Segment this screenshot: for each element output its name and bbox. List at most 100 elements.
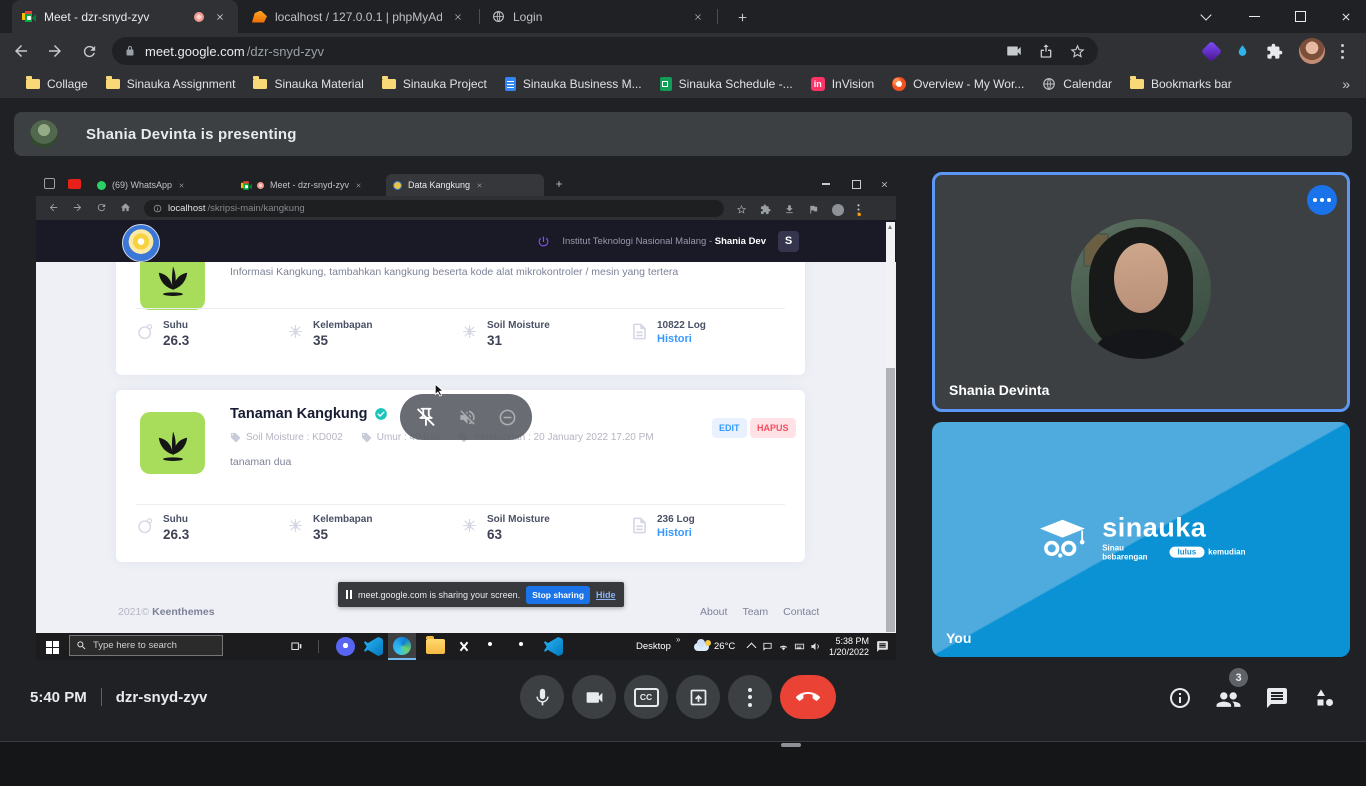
card-title: Tanaman Kangkung	[230, 406, 388, 422]
meeting-info: 5:40 PM dzr-snyd-zyv	[30, 688, 207, 706]
taskbar-hint-dash	[781, 743, 801, 747]
mute-audio-icon[interactable]	[458, 408, 477, 427]
activities-button[interactable]	[1313, 686, 1337, 711]
end-call-button[interactable]	[780, 675, 836, 719]
tray-notes-icon	[762, 641, 773, 652]
tab-title: Meet - dzr-snyd-zyv	[44, 10, 186, 24]
bookmark-collage[interactable]: Collage	[26, 77, 88, 91]
shared-home-icon	[120, 202, 131, 213]
folder-icon	[26, 79, 40, 89]
unpin-icon[interactable]	[415, 406, 437, 428]
shared-back-icon	[48, 202, 59, 213]
shared-footer-copyright: 2021©Keenthemes	[118, 606, 215, 618]
stat-kelembapan: Kelembapan35	[286, 514, 372, 542]
tab-phpmyadmin[interactable]: localhost / 127.0.0.1 | phpMyAdm	[242, 0, 476, 33]
remove-feed-icon[interactable]	[498, 408, 517, 427]
mic-icon	[532, 687, 553, 708]
chat-icon	[1265, 686, 1289, 710]
bookmark-sinauka-material[interactable]: Sinauka Material	[253, 77, 363, 91]
more-options-button[interactable]	[728, 675, 772, 719]
you-label: You	[946, 630, 971, 646]
window-minimize-button[interactable]	[1237, 0, 1271, 33]
bookmark-star-icon[interactable]	[1069, 43, 1086, 60]
tab-separator	[479, 9, 480, 24]
present-button[interactable]	[676, 675, 720, 719]
extension-purple-icon[interactable]	[1201, 40, 1222, 61]
shared-windows-taskbar: Type here to search Desktop » 26°C 5:38 …	[36, 633, 896, 660]
tab-camera-icon[interactable]	[1005, 42, 1023, 60]
bookmarks-overflow-chevron[interactable]: »	[1342, 76, 1350, 92]
invision-icon: in	[811, 77, 825, 91]
bookmark-overview[interactable]: Overview - My Wor...	[892, 77, 1024, 91]
show-people-button[interactable]	[1216, 686, 1241, 711]
taskbar-clock: 5:38 PM 1/20/2022	[819, 636, 869, 657]
pause-bars-icon	[346, 590, 352, 599]
plant-icon	[140, 262, 205, 310]
window-close-button[interactable]	[1329, 0, 1363, 33]
shared-profile-avatar	[832, 204, 844, 216]
bookmark-sinauka-project[interactable]: Sinauka Project	[382, 77, 487, 91]
soil-moisture-icon	[460, 322, 479, 341]
window-restore-button[interactable]	[1283, 0, 1317, 33]
histori-link: Histori	[657, 333, 706, 345]
tab-close-icon[interactable]	[450, 9, 466, 25]
shared-close-icon	[870, 172, 896, 196]
participant-tile-you[interactable]: sinauka Sinau bebarengan lulus kemudian …	[932, 422, 1350, 657]
overview-icon	[892, 77, 906, 91]
taskbar-search-box: Type here to search	[69, 635, 223, 656]
reload-button[interactable]	[76, 38, 102, 64]
user-avatar-initial: S	[778, 231, 799, 252]
card-info-text: Informasi Kangkung, tambahkan kangkung b…	[230, 266, 678, 278]
itn-malang-logo	[122, 224, 160, 262]
meet-favicon-icon	[22, 11, 36, 22]
bookmark-invision[interactable]: inInVision	[811, 77, 874, 91]
tab-search-chevron-icon[interactable]	[1189, 0, 1223, 33]
share-page-icon[interactable]	[1038, 43, 1054, 59]
shared-restore-icon	[842, 172, 870, 196]
divider	[136, 504, 785, 505]
meeting-details-button[interactable]	[1168, 686, 1192, 711]
bookmark-sinauka-business[interactable]: Sinauka Business M...	[505, 77, 642, 91]
bookmark-bookmarks-bar-folder[interactable]: Bookmarks bar	[1130, 77, 1232, 91]
tray-caret-icon	[747, 643, 757, 653]
tab-close-icon[interactable]	[690, 9, 706, 25]
extensions-puzzle-icon[interactable]	[1266, 43, 1283, 60]
bookmarks-bar: Collage Sinauka Assignment Sinauka Mater…	[0, 69, 1366, 98]
participant-tile-shania[interactable]: Shania Devinta	[932, 172, 1350, 412]
address-bar[interactable]: meet.google.com/dzr-snyd-zyv	[112, 37, 1098, 65]
stop-sharing-button: Stop sharing	[526, 586, 590, 604]
chat-button[interactable]	[1265, 686, 1289, 711]
stat-log: 236 LogHistori	[630, 514, 695, 539]
browser-menu-icon[interactable]	[1341, 44, 1344, 59]
folder-icon	[1130, 79, 1144, 89]
tagline-pill: lulus	[1169, 547, 1204, 558]
tab-close-icon[interactable]	[212, 9, 228, 25]
tab-login[interactable]: Login	[482, 0, 716, 33]
info-icon	[1168, 686, 1192, 710]
tab-separator	[717, 9, 718, 24]
meeting-code: dzr-snyd-zyv	[116, 689, 208, 706]
desktops-chevron: »	[676, 635, 680, 644]
mic-button[interactable]	[520, 675, 564, 719]
profile-avatar[interactable]	[1299, 38, 1325, 64]
flag-icon	[808, 204, 819, 215]
bookmark-calendar[interactable]: Calendar	[1042, 77, 1112, 91]
bookmark-sinauka-assignment[interactable]: Sinauka Assignment	[106, 77, 236, 91]
histori-link: Histori	[657, 527, 695, 539]
people-count-badge: 3	[1229, 668, 1248, 687]
tile-more-options-button[interactable]	[1307, 185, 1337, 215]
back-button[interactable]	[8, 38, 34, 64]
feed-controls-overlay	[400, 394, 532, 440]
camera-button[interactable]	[572, 675, 616, 719]
captions-button[interactable]: CC	[624, 675, 668, 719]
hide-link: Hide	[596, 590, 616, 600]
extension-droplet-icon[interactable]	[1235, 44, 1250, 59]
stat-soil-moisture: Soil Moisture63	[460, 514, 550, 542]
temperature-label: 26°C	[714, 641, 735, 652]
new-tab-button[interactable]	[730, 5, 754, 29]
presentation-video-tile[interactable]: (69) WhatsApp Meet - dzr-snyd-zyv Data K…	[36, 172, 896, 660]
bookmark-sinauka-schedule[interactable]: Sinauka Schedule -...	[660, 77, 793, 91]
presenter-avatar	[30, 120, 58, 148]
forward-button[interactable]	[42, 38, 68, 64]
tab-meet[interactable]: Meet - dzr-snyd-zyv	[12, 0, 238, 33]
